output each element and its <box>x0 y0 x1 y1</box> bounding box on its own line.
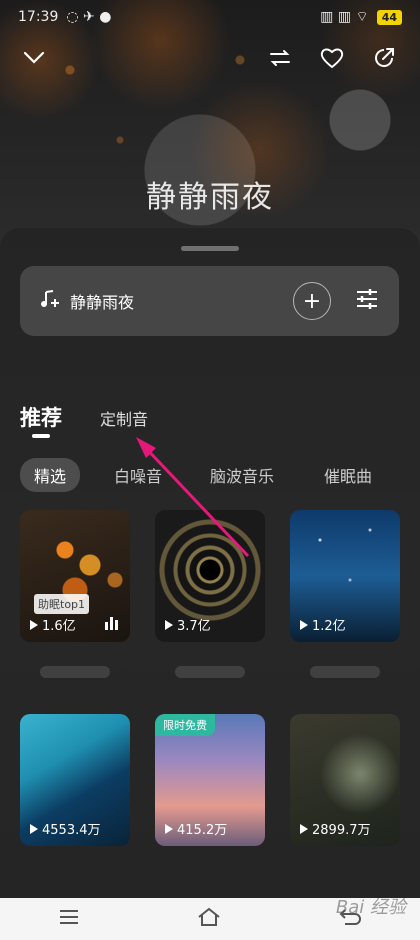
loop-mode-icon[interactable] <box>262 40 298 76</box>
category-tabs: 精选 白噪音 脑波音乐 催眠曲 <box>20 458 410 492</box>
mixer-settings-icon[interactable] <box>355 288 379 314</box>
sound-card[interactable]: 2899.7万 <box>290 714 400 846</box>
sound-card[interactable]: 助眠top1 1.6亿 <box>20 510 130 642</box>
category-brainwave-music[interactable]: 脑波音乐 <box>210 463 274 487</box>
home-icon[interactable] <box>197 907 221 931</box>
play-count: 4553.4万 <box>30 819 101 838</box>
collapse-chevron-icon[interactable] <box>16 40 52 76</box>
status-badge: 助眠top1 <box>34 594 90 614</box>
now-playing-bar[interactable]: 静静雨夜 + <box>20 266 399 336</box>
notification-icon: ◌ ✈ ● <box>66 9 112 25</box>
category-white-noise[interactable]: 白噪音 <box>114 463 162 487</box>
tab-recommend[interactable]: 推荐 <box>20 402 62 432</box>
play-count: 2899.7万 <box>300 819 371 838</box>
status-time: 17:39 <box>18 9 59 25</box>
sound-card[interactable]: 3.7亿 <box>155 510 265 642</box>
play-count: 415.2万 <box>165 819 227 838</box>
play-icon <box>300 823 308 834</box>
play-count-value: 3.7亿 <box>177 619 211 634</box>
sound-card[interactable]: 限时免费 415.2万 <box>155 714 265 846</box>
drag-handle[interactable] <box>181 246 239 251</box>
active-tab-indicator <box>32 434 50 438</box>
tab-custom-sound[interactable]: 定制音 <box>100 406 148 430</box>
play-count: 1.6亿 <box>30 615 76 634</box>
now-playing-name: 静静雨夜 <box>70 293 135 312</box>
sound-card[interactable]: 1.2亿 <box>290 510 400 642</box>
card-title-placeholder <box>40 666 110 678</box>
play-count-value: 1.2亿 <box>312 619 346 634</box>
play-count-value: 2899.7万 <box>312 823 371 838</box>
share-icon[interactable] <box>366 40 402 76</box>
sound-card[interactable]: 4553.4万 <box>20 714 130 846</box>
play-icon <box>30 619 38 630</box>
status-bar: 17:39 ◌ ✈ ● ▥ ▥ ⌔ 44 <box>0 0 420 34</box>
play-count-value: 4553.4万 <box>42 823 101 838</box>
category-featured[interactable]: 精选 <box>20 458 81 492</box>
watermark: Bai 经验 <box>335 897 406 918</box>
add-sound-button[interactable]: + <box>293 282 331 320</box>
play-count: 3.7亿 <box>165 615 211 634</box>
free-badge: 限时免费 <box>155 714 215 736</box>
menu-icon[interactable] <box>59 909 79 929</box>
page-title: 静静雨夜 <box>146 180 274 215</box>
card-title-placeholder <box>310 666 380 678</box>
favorite-heart-icon[interactable] <box>314 40 350 76</box>
battery-indicator: 44 <box>376 9 402 25</box>
play-icon <box>165 619 173 630</box>
main-tabs: 推荐 定制音 <box>20 402 148 432</box>
play-count-value: 1.6亿 <box>42 619 76 634</box>
signal-icon: ▥ ▥ ⌔ <box>320 9 369 25</box>
play-icon <box>30 823 38 834</box>
play-count: 1.2亿 <box>300 615 346 634</box>
play-icon <box>165 823 173 834</box>
music-note-icon <box>40 289 62 313</box>
play-count-value: 415.2万 <box>177 823 228 838</box>
equalizer-icon <box>104 615 120 634</box>
card-title-placeholder <box>175 666 245 678</box>
category-lullaby[interactable]: 催眠曲 <box>324 463 372 487</box>
play-icon <box>300 619 308 630</box>
